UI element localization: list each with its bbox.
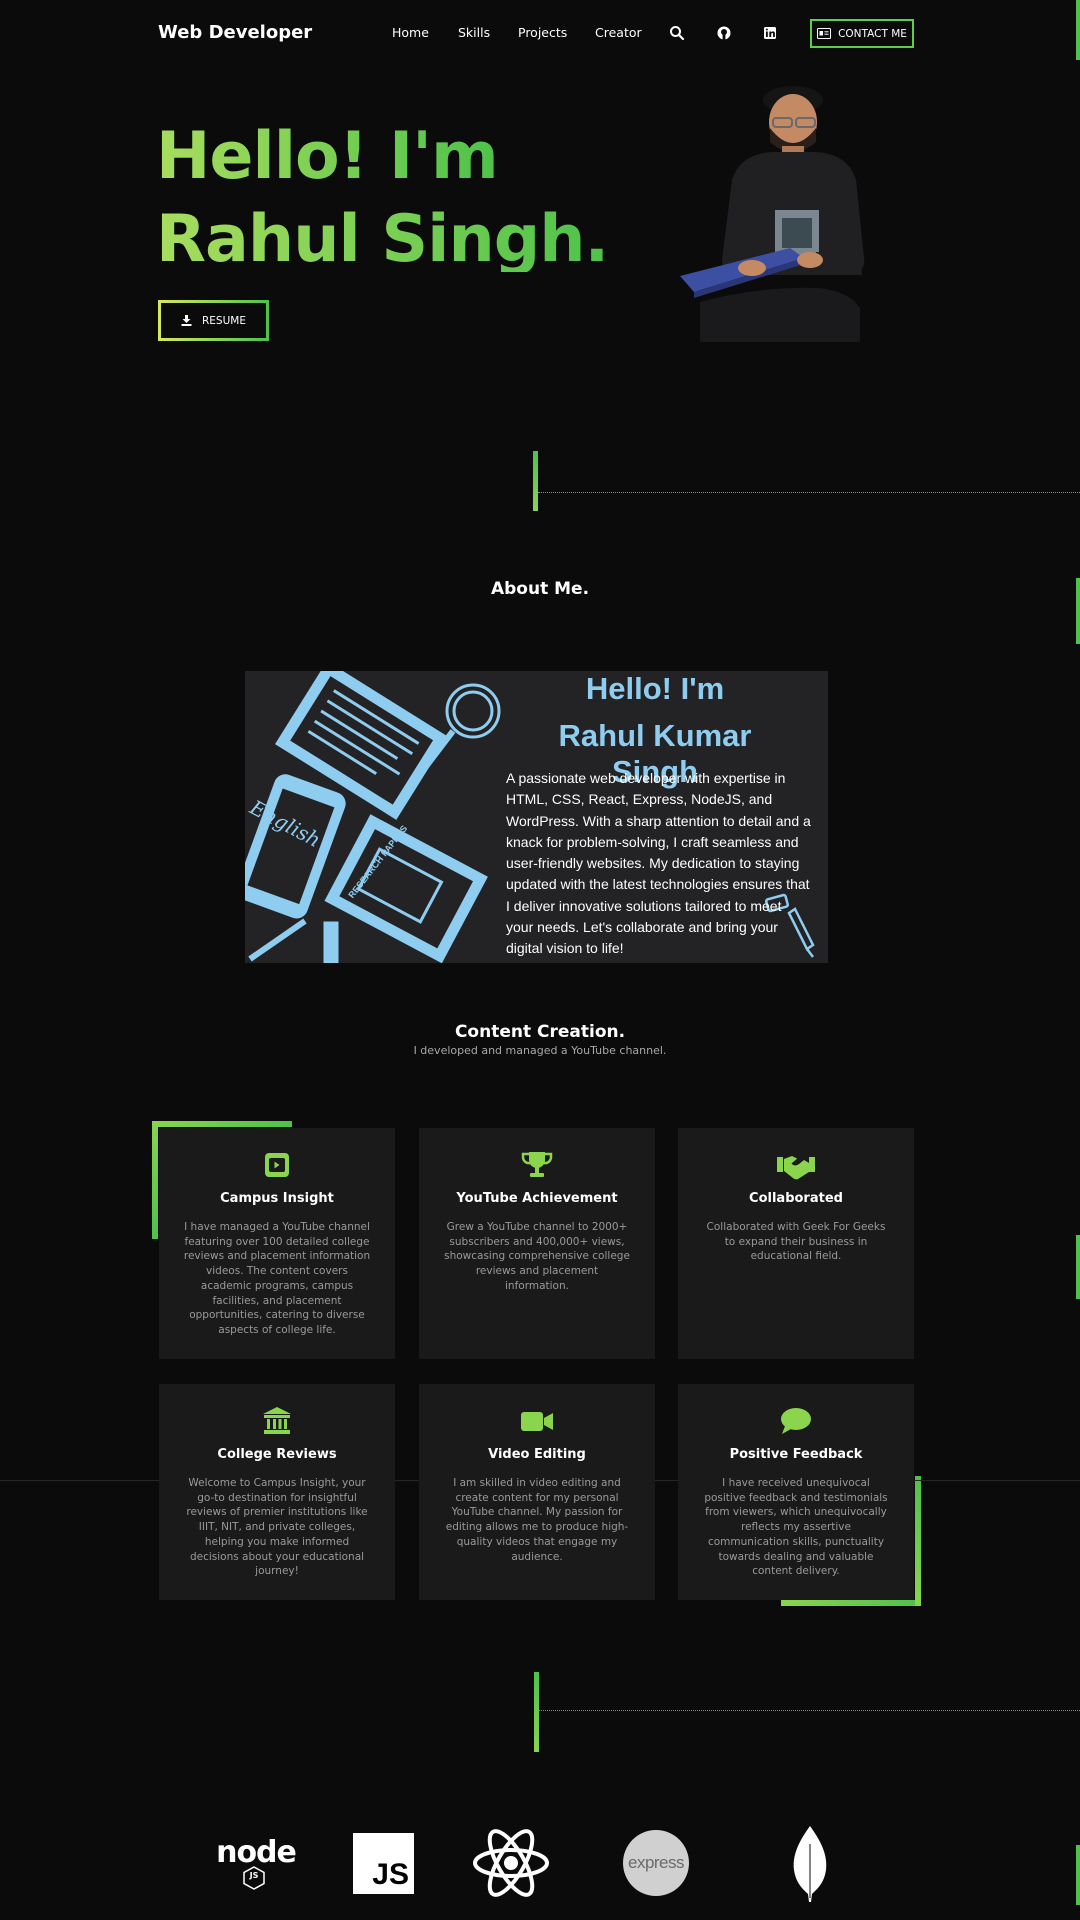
card-accent-right: [915, 1476, 921, 1606]
about-title: About Me.: [490, 579, 590, 599]
building-columns-icon: [159, 1406, 395, 1436]
javascript-logo: JS: [353, 1833, 414, 1894]
card-campus-insight: Campus Insight I have managed a YouTube …: [159, 1128, 395, 1359]
card-text: Collaborated with Geek For Geeks to expa…: [706, 1221, 886, 1263]
trophy-icon: [419, 1150, 655, 1180]
card-youtube-achievement: YouTube Achievement Grew a YouTube chann…: [419, 1128, 655, 1359]
card-accent-bottom: [781, 1600, 921, 1606]
nav-link-projects[interactable]: Projects: [518, 25, 567, 40]
card-text: I am skilled in video editing and create…: [445, 1477, 629, 1563]
card-positive-feedback: Positive Feedback I have received unequi…: [678, 1384, 914, 1600]
youtube-icon: [159, 1150, 395, 1180]
card-title: Video Editing: [488, 1447, 586, 1462]
linkedin-icon[interactable]: [761, 24, 779, 42]
card-text: I have managed a YouTube channel featuri…: [183, 1221, 371, 1336]
edge-accent-bar: [1076, 1235, 1080, 1299]
contact-me-button[interactable]: CONTACT ME: [810, 19, 914, 48]
resume-button[interactable]: RESUME: [158, 300, 269, 341]
card-title: Positive Feedback: [729, 1447, 863, 1462]
javascript-logo-text: JS: [372, 1858, 409, 1891]
contact-card-icon: [817, 28, 832, 39]
card-college-reviews: College Reviews Welcome to Campus Insigh…: [159, 1384, 395, 1600]
about-card: English RESEARCH PAPERS Hello! I'm Rahul…: [245, 671, 828, 963]
contact-me-label: CONTACT ME: [838, 27, 907, 40]
card-title: College Reviews: [217, 1447, 337, 1462]
react-logo: [472, 1827, 550, 1899]
search-icon[interactable]: [668, 24, 686, 42]
video-camera-icon: [419, 1406, 655, 1436]
card-text: Welcome to Campus Insight, your go-to de…: [186, 1477, 368, 1578]
card-title: Campus Insight: [220, 1191, 334, 1206]
hero-heading-line1: Hello! I'm: [156, 119, 499, 194]
express-logo-text: express: [627, 1853, 685, 1872]
mongodb-logo: [790, 1824, 830, 1904]
card-accent-top: [152, 1121, 292, 1127]
about-card-description: A passionate web developer with expertis…: [506, 770, 811, 957]
card-video-editing: Video Editing I am skilled in video edit…: [419, 1384, 655, 1600]
express-logo: express: [623, 1830, 689, 1896]
study-illustration: English RESEARCH PAPERS: [245, 671, 501, 963]
card-accent-left: [152, 1121, 158, 1239]
resume-label: RESUME: [202, 314, 246, 327]
card-title: YouTube Achievement: [456, 1191, 618, 1206]
nodejs-logo: node JS: [214, 1838, 298, 1890]
edge-accent-bar: [1076, 1845, 1080, 1905]
content-creation-title: Content Creation.: [454, 1022, 626, 1042]
section-divider-line: [538, 492, 1080, 493]
nav-link-skills[interactable]: Skills: [458, 25, 490, 40]
handshake-icon: [678, 1150, 914, 1180]
nodejs-logo-text: node: [216, 1835, 297, 1870]
download-icon: [181, 315, 192, 326]
brand-logo[interactable]: Web Developer: [158, 22, 312, 43]
section-divider-bar: [534, 1672, 539, 1752]
card-title: Collaborated: [749, 1191, 843, 1206]
section-divider-bar: [533, 451, 538, 511]
nodejs-logo-badge: JS: [249, 1871, 259, 1880]
section-divider-line: [539, 1710, 1080, 1711]
profile-photo: [660, 80, 890, 342]
edge-accent-bar: [1076, 0, 1080, 60]
github-icon[interactable]: [715, 24, 733, 42]
chat-bubble-icon: [678, 1406, 914, 1436]
card-text: I have received unequivocal positive fee…: [704, 1477, 888, 1578]
hero-heading-line2: Rahul Singh.: [156, 202, 609, 277]
content-creation-subtitle: I developed and managed a YouTube channe…: [413, 1044, 667, 1057]
about-card-hello: Hello! I'm: [585, 671, 725, 706]
card-collaborated: Collaborated Collaborated with Geek For …: [678, 1128, 914, 1359]
nav-link-home[interactable]: Home: [392, 25, 429, 40]
nav-link-creator[interactable]: Creator: [595, 25, 642, 40]
card-text: Grew a YouTube channel to 2000+ subscrib…: [444, 1221, 630, 1292]
